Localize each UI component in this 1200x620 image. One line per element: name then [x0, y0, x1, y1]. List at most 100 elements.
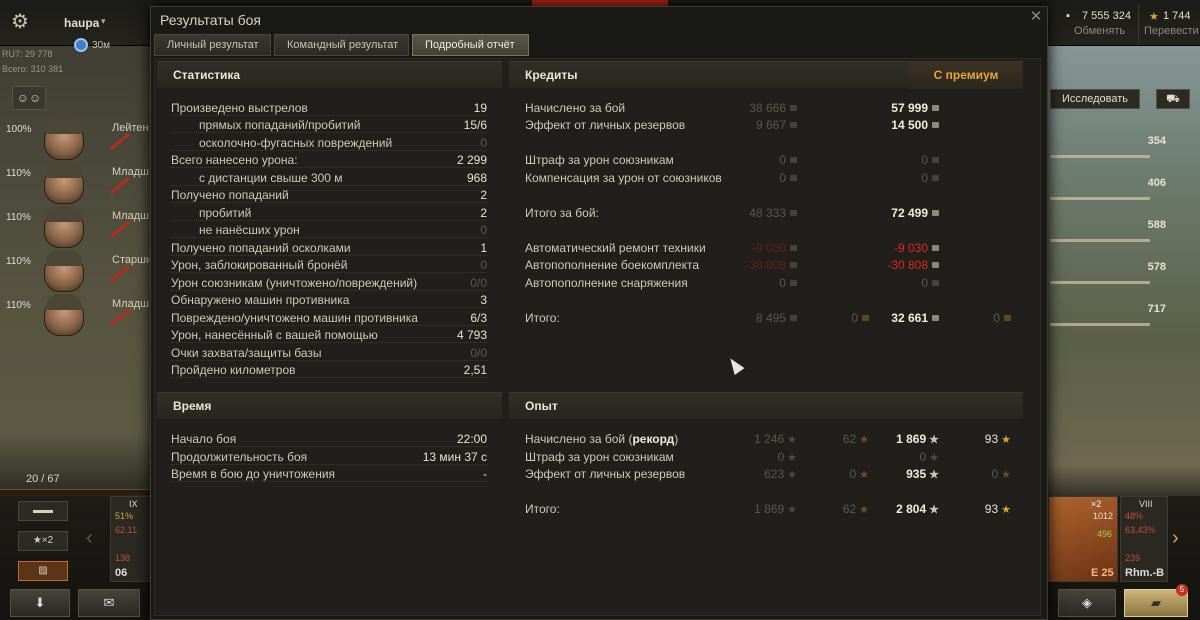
selected-tank[interactable]: ×2 1012 496 E 25 [1048, 496, 1118, 582]
stat-value: 0 [480, 223, 487, 237]
row-divider [171, 255, 487, 256]
row-divider [171, 290, 487, 291]
tab-personal-result[interactable]: Личный результат [154, 34, 271, 56]
xp-row: Штраф за урон союзникам 0 ★ 0 ★ [525, 450, 1015, 467]
time-row: Начало боя 22:00 [171, 432, 487, 449]
exchange-link[interactable]: Обменять [1074, 25, 1125, 37]
credit-label: Автоматический ремонт техники [525, 241, 706, 255]
tank-param-bar [1050, 155, 1150, 158]
credit-row: Начислено за бой 38 666 57 999 [525, 101, 1015, 118]
stat-row: Всего нанесено урона: 2 299 [171, 153, 487, 170]
credit-label: Эффект от личных резервов [525, 118, 686, 132]
star-icon: ★ [787, 434, 797, 446]
tank-battles: 239 [1125, 553, 1141, 563]
stat-row: прямых попаданий/пробитий 15/6 [171, 118, 487, 135]
experience-header: Опыт [509, 392, 1023, 419]
credit-base-value: 9 667 [756, 118, 797, 132]
star-icon: ★ [929, 434, 939, 446]
gold-amount: 1 744 [1163, 10, 1191, 22]
gold-total-premium: 0 [993, 311, 1011, 325]
time-row: Продолжительность боя 13 мин 37 с [171, 450, 487, 467]
free-xp-base-value: 62 ★ [842, 432, 869, 446]
free-xp-icon: ★ [859, 504, 869, 516]
star-icon: ★ [929, 469, 939, 481]
download-icon[interactable]: ⬇ [10, 589, 70, 617]
chevron-right-icon[interactable]: › [1172, 527, 1179, 550]
crew-member[interactable]: 110% Старши [0, 250, 153, 293]
stat-label: пробитий [199, 206, 252, 220]
filter-toggle-button[interactable]: ▨ [18, 561, 68, 581]
stat-label: осколочно-фугасных повреждений [199, 136, 393, 150]
stat-value: 4 793 [456, 328, 487, 342]
credit-premium-value: 0 [921, 276, 939, 290]
tank-filter-button[interactable]: ▬▬ [18, 501, 68, 521]
stat-label: Урон союзникам (уничтожено/повреждений) [171, 276, 418, 290]
stat-value: 2 299 [456, 153, 487, 167]
chat-icon[interactable]: ✉ [78, 589, 140, 617]
credits-icon [790, 105, 797, 111]
stat-label: Очки захвата/защиты базы [171, 346, 322, 360]
stat-row: Урон, нанесённый с вашей помощью 4 793 [171, 328, 487, 345]
tank-name: E 25 [1091, 567, 1114, 579]
stat-row: Получено попаданий 2 [171, 188, 487, 205]
close-icon[interactable]: ✕ [1027, 8, 1045, 26]
tech-tree-icon[interactable]: ◈ [1058, 589, 1116, 617]
crew-skill: 110% [6, 256, 31, 267]
bonus-filter-button[interactable]: ★×2 [18, 531, 68, 551]
crew-role: Лейтен [112, 122, 149, 134]
double-xp-badge: ×2 [1091, 499, 1102, 509]
credit-row: Автоматический ремонт техники -9 030 -9 03… [525, 241, 1015, 258]
crew-role: Младш [112, 166, 149, 178]
helmet-icon [46, 206, 82, 222]
tank-preview-icon[interactable]: ⛟ [1156, 89, 1190, 109]
credit-row: Компенсация за урон от союзников 0 0 [525, 171, 1015, 188]
stat-row: осколочно-фугасных повреждений 0 [171, 136, 487, 153]
tank-counter: 20 / 67 [26, 473, 60, 485]
credits-amount: 7 555 324 [1082, 10, 1131, 22]
crew-member[interactable]: 110% Младш [0, 206, 150, 249]
credit-base-value: 0 [779, 153, 797, 167]
settings-gear-icon[interactable]: ⚙ [8, 10, 32, 34]
chevron-down-icon[interactable]: ▾ [101, 16, 106, 27]
stat-label: Обнаружено машин противника [171, 293, 350, 307]
crew-member[interactable]: 110% Младш [0, 162, 150, 205]
stat-label: Получено попаданий [171, 188, 289, 202]
player-name[interactable]: haupa [64, 16, 99, 30]
carousel-tank[interactable]: VIII 48% 63,43% 239 Rhm.-B [1120, 496, 1168, 582]
free-xp-total-premium: 93 ★ [984, 502, 1011, 516]
tab-detailed-report[interactable]: Подробный отчёт [412, 34, 529, 56]
time-header: Время [157, 392, 502, 419]
stat-row: пробитий 2 [171, 206, 487, 223]
transfer-link[interactable]: Перевести [1144, 25, 1199, 37]
crew-member[interactable]: 100% Лейтен [0, 118, 150, 161]
stat-label: не нанёсших урон [199, 223, 300, 237]
detailed-report-panel: Статистика Произведено выстрелов 19 прямых… [154, 58, 1041, 616]
time-label: Начало боя [171, 432, 237, 446]
star-icon: ★ [787, 504, 797, 516]
tab-team-result[interactable]: Командный результат [274, 34, 409, 56]
crew-role: Старши [112, 254, 153, 266]
rank-stripe-icon [109, 132, 131, 151]
credit-label: Итого за бой: [525, 206, 599, 220]
tank-param-value: 354 [1147, 135, 1166, 147]
row-divider [171, 185, 487, 186]
notification-badge: 5 [1176, 584, 1188, 596]
tank-name: 06 [115, 567, 128, 579]
stat-row: Повреждено/уничтожено машин противника 6/… [171, 311, 487, 328]
credits-icon [790, 122, 797, 128]
credit-premium-value: -30 808 [887, 258, 939, 272]
tank-param-bar [1050, 323, 1150, 326]
crew-barracks-button[interactable]: ☺☺ [12, 86, 46, 110]
crew-member[interactable]: 110% Младш [0, 294, 150, 337]
stat-value: 1 [480, 241, 487, 255]
tank-param-bar [1050, 239, 1150, 242]
chevron-left-icon[interactable]: ‹ [86, 527, 93, 550]
xp-base-value: 623 ★ [764, 467, 797, 481]
time-value: - [483, 467, 487, 481]
credit-label: Автопополнение снаряжения [525, 276, 688, 290]
stat-value: 0/0 [470, 346, 487, 360]
tank-stat: 63,43% [1125, 525, 1156, 535]
star-icon: ★ [929, 504, 939, 516]
research-button[interactable]: Исследовать [1050, 89, 1140, 109]
credit-premium-value: 0 [921, 171, 939, 185]
